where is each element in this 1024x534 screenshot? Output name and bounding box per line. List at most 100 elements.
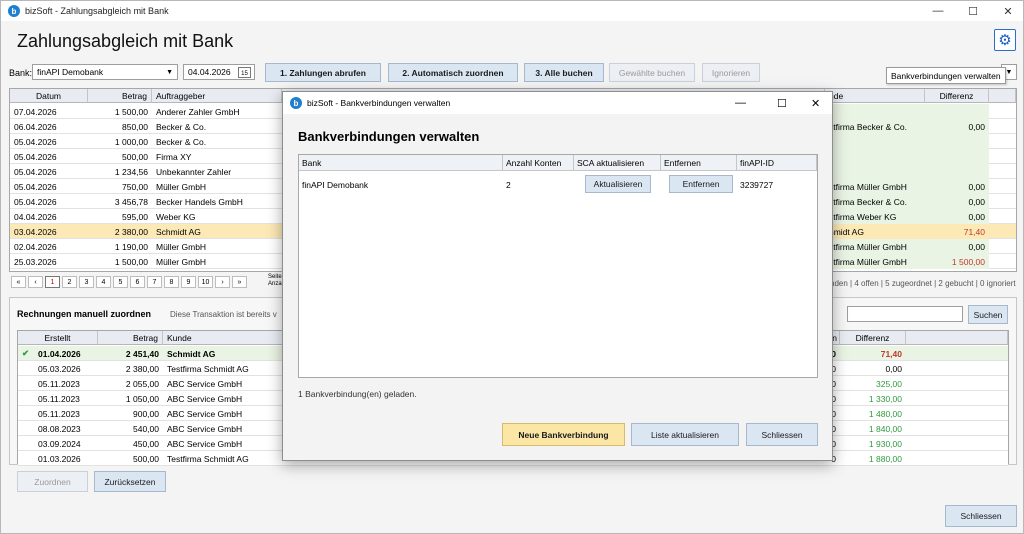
sca-refresh-button[interactable]: Aktualisieren <box>585 175 651 193</box>
reset-button[interactable]: Zurücksetzen <box>94 471 166 492</box>
payment-payer-cell: Müller GmbH <box>156 241 207 252</box>
col-accounts[interactable]: Anzahl Konten <box>503 155 574 171</box>
pager-info-count: Anza <box>268 281 282 287</box>
pager-button[interactable]: 4 <box>96 276 111 288</box>
payment-payer-cell: Weber KG <box>156 211 196 222</box>
minimize-icon[interactable]: — <box>921 1 955 21</box>
pager-button[interactable]: « <box>11 276 26 288</box>
invoice-customer-cell: Schmidt AG <box>167 348 216 359</box>
search-button[interactable]: Suchen <box>968 305 1008 324</box>
invoice-customer-cell: Testfirma Schmidt AG <box>167 363 249 374</box>
col-date[interactable]: Datum <box>10 89 88 103</box>
new-connection-button[interactable]: Neue Bankverbindung <box>502 423 625 446</box>
col-payer[interactable]: Auftraggeber <box>152 89 282 103</box>
pager-button[interactable]: 2 <box>62 276 77 288</box>
payment-difference-cell: 0,00 <box>925 209 989 224</box>
bank-select[interactable]: finAPI Demobank ▼ <box>32 64 178 80</box>
bank-select-value: finAPI Demobank <box>37 67 104 77</box>
app-logo-icon: b <box>8 5 20 17</box>
payment-payer-cell: Becker Handels GmbH <box>156 196 243 207</box>
payment-difference-cell <box>925 164 989 179</box>
payment-amount-cell: 2 380,00 <box>114 226 148 237</box>
col-inv-difference[interactable]: Differenz <box>840 331 906 345</box>
calendar-icon[interactable]: 15 <box>238 67 251 78</box>
payment-customer-cell <box>825 149 925 164</box>
payment-amount-cell: 1 000,00 <box>114 136 148 147</box>
main-window: b bizSoft - Zahlungsabgleich mit Bank — … <box>0 0 1024 534</box>
payment-payer-cell: Becker & Co. <box>156 121 207 132</box>
payment-date-cell: 04.04.2026 <box>14 211 57 222</box>
check-icon <box>18 406 34 421</box>
ignore-button[interactable]: Ignorieren <box>702 63 760 82</box>
pager-button[interactable]: 7 <box>147 276 162 288</box>
remove-connection-button[interactable]: Entfernen <box>669 175 733 193</box>
refresh-list-button[interactable]: Liste aktualisieren <box>631 423 739 446</box>
col-remove[interactable]: Entfernen <box>661 155 737 171</box>
pager-button[interactable]: 6 <box>130 276 145 288</box>
check-icon <box>18 421 34 436</box>
payment-date-cell: 25.03.2026 <box>14 256 57 267</box>
pager-button[interactable]: 5 <box>113 276 128 288</box>
payment-date-cell: 05.04.2026 <box>14 136 57 147</box>
invoice-created-cell: 05.11.2023 <box>38 408 80 419</box>
assign-button[interactable]: Zuordnen <box>17 471 88 492</box>
invoice-customer-cell: ABC Service GmbH <box>167 408 243 419</box>
gear-icon[interactable]: ⚙ <box>994 29 1016 51</box>
bank-name-cell: finAPI Demobank <box>302 180 369 190</box>
pager-button[interactable]: 9 <box>181 276 196 288</box>
col-customer[interactable]: nde <box>825 89 925 103</box>
close-button[interactable]: Schliessen <box>945 505 1017 527</box>
dialog-maximize-icon[interactable]: ☐ <box>777 97 787 110</box>
dialog-minimize-icon[interactable]: — <box>735 97 746 109</box>
check-icon: ✔ <box>22 348 30 358</box>
dialog-close-icon[interactable]: ✕ <box>811 97 820 110</box>
payment-date-cell: 05.04.2026 <box>14 151 57 162</box>
check-icon <box>18 436 34 451</box>
col-finapi-id[interactable]: finAPI-ID <box>737 155 817 171</box>
invoice-amount-cell: 900,00 <box>133 408 159 419</box>
pager-button[interactable]: › <box>215 276 230 288</box>
payment-customer-cell: stfirma Müller GmbH <box>825 239 925 254</box>
invoice-amount-cell: 2 055,00 <box>125 378 159 389</box>
col-inv-amount[interactable]: Betrag <box>98 331 163 345</box>
pager-button[interactable]: 10 <box>198 276 213 288</box>
pager-button[interactable]: ‹ <box>28 276 43 288</box>
fetch-payments-button[interactable]: 1. Zahlungen abrufen <box>265 63 381 82</box>
payment-date-cell: 05.04.2026 <box>14 196 57 207</box>
book-all-button[interactable]: 3. Alle buchen <box>524 63 604 82</box>
pager-button[interactable]: 3 <box>79 276 94 288</box>
dialog-title-bar: b bizSoft - Bankverbindungen verwalten —… <box>283 92 832 114</box>
col-amount[interactable]: Betrag <box>88 89 152 103</box>
invoice-customer-cell: ABC Service GmbH <box>167 393 243 404</box>
maximize-icon[interactable]: ☐ <box>956 1 990 21</box>
col-bank[interactable]: Bank <box>299 155 503 171</box>
manual-search-input[interactable] <box>847 306 963 322</box>
payment-amount-cell: 750,00 <box>122 181 148 192</box>
bank-connections-table: Bank Anzahl Konten SCA aktualisieren Ent… <box>298 154 818 378</box>
invoice-amount-cell: 2 380,00 <box>125 363 159 374</box>
pager-button[interactable]: 1 <box>45 276 60 288</box>
title-bar: b bizSoft - Zahlungsabgleich mit Bank — … <box>1 1 1023 21</box>
close-icon[interactable]: ✕ <box>991 1 1024 21</box>
payment-date-cell: 07.04.2026 <box>14 106 57 117</box>
payment-customer-cell: hmidt AG <box>825 224 925 239</box>
col-sca[interactable]: SCA aktualisieren <box>574 155 661 171</box>
dialog-close-button[interactable]: Schliessen <box>746 423 818 446</box>
invoice-customer-cell: Testfirma Schmidt AG <box>167 453 249 464</box>
col-created[interactable]: Erstellt <box>18 331 98 345</box>
pager-button[interactable]: 8 <box>164 276 179 288</box>
invoice-difference-cell: 1 840,00 <box>868 423 902 434</box>
col-inv-customer[interactable]: Kunde <box>163 331 290 345</box>
payment-customer-cell: stfirma Müller GmbH <box>825 254 925 269</box>
payment-payer-cell: Unbekannter Zahler <box>156 166 232 177</box>
payment-amount-cell: 1 190,00 <box>114 241 148 252</box>
invoice-amount-cell: 450,00 <box>133 438 159 449</box>
book-selected-button[interactable]: Gewählte buchen <box>609 63 695 82</box>
date-field[interactable]: 04.04.2026 15 <box>183 64 255 80</box>
auto-assign-button[interactable]: 2. Automatisch zuordnen <box>388 63 518 82</box>
invoice-difference-cell: 325,00 <box>876 378 902 389</box>
col-difference[interactable]: Differenz <box>925 89 989 103</box>
payment-difference-cell <box>925 149 989 164</box>
payment-payer-cell: Schmidt AG <box>156 226 201 237</box>
pager-button[interactable]: » <box>232 276 247 288</box>
